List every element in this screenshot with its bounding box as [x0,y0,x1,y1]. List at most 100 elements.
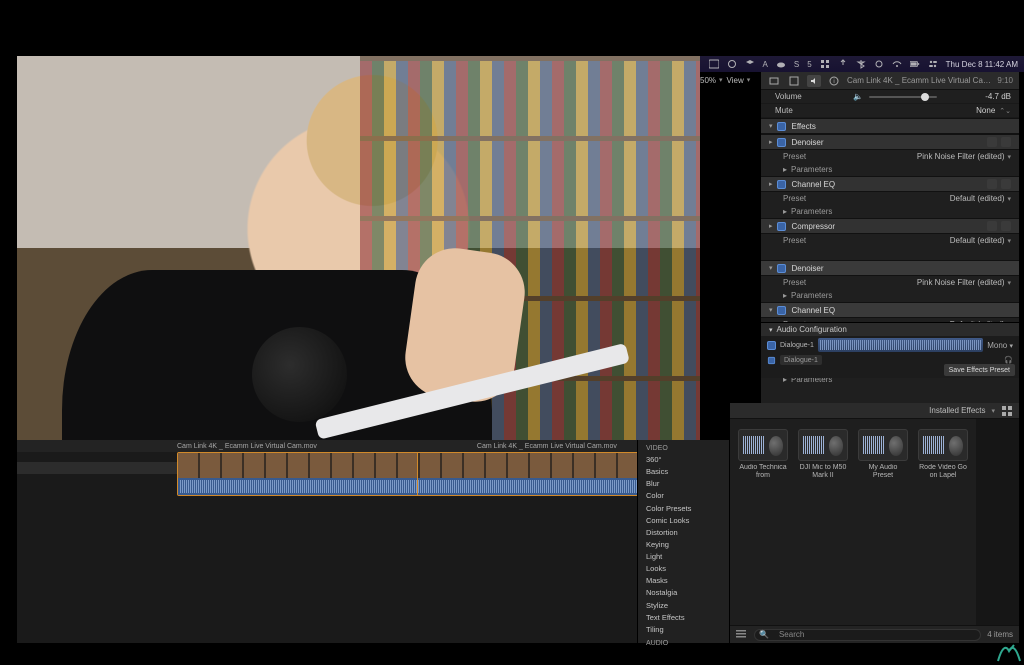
fx-category-item[interactable]: Light [638,551,729,563]
effect-reorder-button[interactable] [987,263,997,273]
menu-share-icon[interactable] [838,59,848,69]
disclosure-triangle-icon[interactable]: ▸ [769,222,773,230]
effect-checkbox[interactable] [777,138,786,147]
disclosure-triangle-icon[interactable]: ▸ [783,291,787,300]
effect-reorder-button[interactable] [987,305,997,315]
fx-category-item[interactable]: Comic Looks [638,515,729,527]
effect-checkbox[interactable] [777,222,786,231]
effect-preset-row[interactable]: Preset Pink Noise Filter (edited)▾ [761,150,1019,163]
viewer-view-menu[interactable]: View ▾ [727,76,751,85]
timeline-empty-area[interactable] [17,496,729,643]
fx-category-item[interactable]: Masks [638,575,729,587]
menu-battery-icon[interactable] [910,59,920,69]
effects-browser-title[interactable]: Installed Effects [929,406,985,415]
inspector-tab-audio[interactable] [807,75,821,87]
volume-slider[interactable] [869,96,937,98]
timeline-track[interactable] [17,452,729,496]
fx-category-item[interactable]: Looks [638,563,729,575]
effect-denoiser-header[interactable]: ▸ Denoiser [761,134,1019,150]
menu-sync-icon[interactable] [727,59,737,69]
audio-track-row[interactable]: Dialogue-1 Mono ▾ [761,336,1019,354]
effect-checkbox[interactable] [777,264,786,273]
effect-remove-button[interactable] [1001,179,1011,189]
timeline-playhead[interactable] [417,452,418,496]
inspector-tab-info[interactable]: i [827,75,841,87]
effects-preset-item[interactable]: DJI Mic to M50 Mark II [798,429,848,615]
inspector-effects-header[interactable]: ▾ Effects [761,118,1019,134]
inspector-tab-generator[interactable] [787,75,801,87]
menu-a-icon[interactable]: A [763,59,768,69]
fx-category-item[interactable]: Stylize [638,600,729,612]
effect-checkbox[interactable] [777,180,786,189]
chevron-updown-icon[interactable]: ⌃⌄ [999,107,1011,115]
effects-preset-item[interactable]: Rode Video Go on Lapel [918,429,968,615]
effect-remove-button[interactable] [1001,263,1011,273]
effect-parameters-row[interactable]: ▸ Parameters [761,205,1019,218]
inspector-mute-row[interactable]: Mute None ⌃⌄ [761,104,1019,118]
timeline-panel[interactable]: Cam Link 4K _ Ecamm Live Virtual Cam.mov… [17,440,729,643]
effect-channeleq-header[interactable]: ▸ Channel EQ [761,176,1019,192]
effect-reorder-button[interactable] [987,179,997,189]
fx-category-item[interactable]: Basics [638,466,729,478]
effects-preset-item[interactable]: My Audio Preset [858,429,908,615]
menu-cc-icon[interactable] [709,59,719,69]
effect-parameters-row[interactable]: ▸ Parameters [761,289,1019,302]
effect-reorder-button[interactable] [987,137,997,147]
disclosure-triangle-icon[interactable]: ▸ [783,207,787,216]
effect-checkbox[interactable] [777,306,786,315]
disclosure-triangle-icon[interactable]: ▾ [769,326,773,334]
inspector-volume-row[interactable]: Volume 🔈 -4.7 dB [761,90,1019,104]
menu-fan-icon[interactable] [874,59,884,69]
menubar-datetime[interactable]: Thu Dec 8 11:42 AM [946,60,1018,69]
menu-dropbox-icon[interactable] [745,59,755,69]
fx-category-item[interactable]: Color [638,490,729,502]
effect-remove-button[interactable] [1001,305,1011,315]
viewer-zoom-menu[interactable]: 50% ▾ [700,76,723,85]
effect-preset-row[interactable]: Preset Pink Noise Filter (edited)▾ [761,276,1019,289]
viewer-pane[interactable] [17,56,700,440]
audio-subtrack-checkbox[interactable] [768,356,775,363]
grid-view-icon[interactable] [1001,405,1013,417]
menu-num-icon[interactable]: 5 [807,59,811,69]
effect-remove-button[interactable] [1001,137,1011,147]
disclosure-triangle-icon[interactable]: ▸ [783,165,787,174]
audio-role-menu[interactable]: Mono ▾ [987,341,1013,350]
menu-wifi-icon[interactable] [892,59,902,69]
effects-preset-item[interactable]: Audio Technica from EC_Edit.mo... [738,429,788,615]
headphones-icon[interactable]: 🎧 [1004,356,1013,364]
effect-denoiser2-header[interactable]: ▾ Denoiser [761,260,1019,276]
effect-parameters-row[interactable]: ▸ Parameters [761,163,1019,176]
disclosure-triangle-icon[interactable]: ▾ [769,122,773,130]
audio-config-header[interactable]: ▾ Audio Configuration [761,323,1019,336]
fx-category-item[interactable]: Nostalgia [638,587,729,599]
effect-reorder-button[interactable] [987,221,997,231]
fx-category-item[interactable]: Distortion [638,527,729,539]
disclosure-triangle-icon[interactable]: ▾ [769,264,773,272]
effect-remove-button[interactable] [1001,221,1011,231]
fx-category-item[interactable]: Blur [638,478,729,490]
fx-category-item[interactable]: Tiling [638,624,729,636]
fx-category-item[interactable]: 360° [638,454,729,466]
fx-category-item[interactable]: Text Effects [638,612,729,624]
effect-compressor-header[interactable]: ▸ Compressor [761,218,1019,234]
effect-preset-row[interactable]: Preset Default (edited)▾ [761,192,1019,205]
audio-track-checkbox[interactable] [767,341,776,350]
effect-preset-row[interactable]: Preset Default (edited)▾ [761,234,1019,247]
menu-s-icon[interactable]: S [794,59,799,69]
save-effects-preset-button[interactable]: Save Effects Preset [944,364,1015,376]
effect-channeleq2-header[interactable]: ▾ Channel EQ [761,302,1019,318]
fx-category-item[interactable]: Color Presets [638,503,729,515]
effects-search-input[interactable]: 🔍 Search [754,629,981,641]
chevron-down-icon[interactable]: ▾ [991,407,995,415]
menu-grid-icon[interactable] [820,59,830,69]
disclosure-triangle-icon[interactable]: ▸ [769,138,773,146]
disclosure-triangle-icon[interactable]: ▾ [769,306,773,314]
audio-waveform[interactable] [818,338,983,352]
menu-control-center-icon[interactable] [928,59,938,69]
menu-cloud-icon[interactable] [776,59,786,69]
disclosure-triangle-icon[interactable]: ▸ [769,180,773,188]
menu-bluetooth-icon[interactable] [856,59,866,69]
inspector-tab-video[interactable] [767,75,781,87]
fx-category-item[interactable]: Keying [638,539,729,551]
list-view-icon[interactable] [736,629,748,641]
